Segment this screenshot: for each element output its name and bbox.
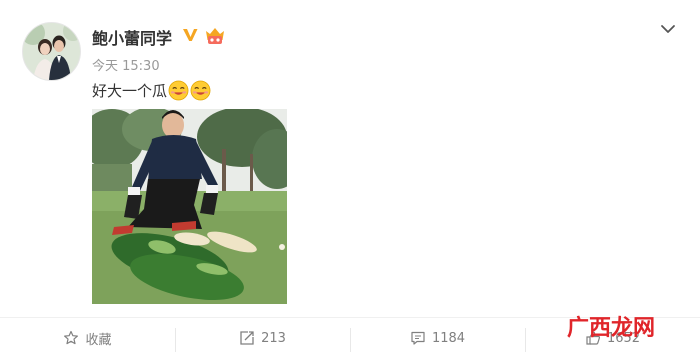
favorite-button[interactable]: 收藏 bbox=[0, 318, 175, 358]
comment-count: 1184 bbox=[431, 330, 466, 346]
star-icon bbox=[64, 330, 79, 345]
favorite-label: 收藏 bbox=[85, 332, 112, 348]
avatar-image bbox=[23, 23, 80, 80]
weibo-post-card: 鲍小蕾同学 今天 15:30 好大一个瓜 收藏 213 1184 1652 广西… bbox=[0, 0, 700, 358]
chevron-down-icon[interactable] bbox=[659, 20, 677, 38]
member-crown-badge-icon[interactable] bbox=[204, 25, 226, 45]
username[interactable]: 鲍小蕾同学 bbox=[92, 25, 172, 49]
repost-count: 213 bbox=[261, 330, 286, 346]
like-button[interactable]: 1652 bbox=[525, 318, 700, 358]
drooling-emoji-icon bbox=[190, 80, 211, 101]
thumbs-up-icon bbox=[586, 331, 600, 345]
post-text: 好大一个瓜 bbox=[92, 80, 211, 101]
avatar[interactable] bbox=[22, 22, 81, 81]
verified-v-icon bbox=[183, 29, 198, 41]
repost-icon bbox=[240, 331, 254, 345]
comment-icon bbox=[411, 331, 425, 345]
action-bar: 收藏 213 1184 1652 bbox=[0, 318, 700, 358]
comment-button[interactable]: 1184 bbox=[350, 318, 525, 358]
post-photo[interactable] bbox=[92, 109, 287, 304]
post-text-content: 好大一个瓜 bbox=[92, 82, 168, 100]
post-photo-image bbox=[92, 109, 287, 304]
post-timestamp[interactable]: 今天 15:30 bbox=[92, 55, 160, 74]
like-count: 1652 bbox=[606, 330, 641, 346]
drooling-emoji-icon bbox=[168, 80, 189, 101]
repost-button[interactable]: 213 bbox=[175, 318, 350, 358]
